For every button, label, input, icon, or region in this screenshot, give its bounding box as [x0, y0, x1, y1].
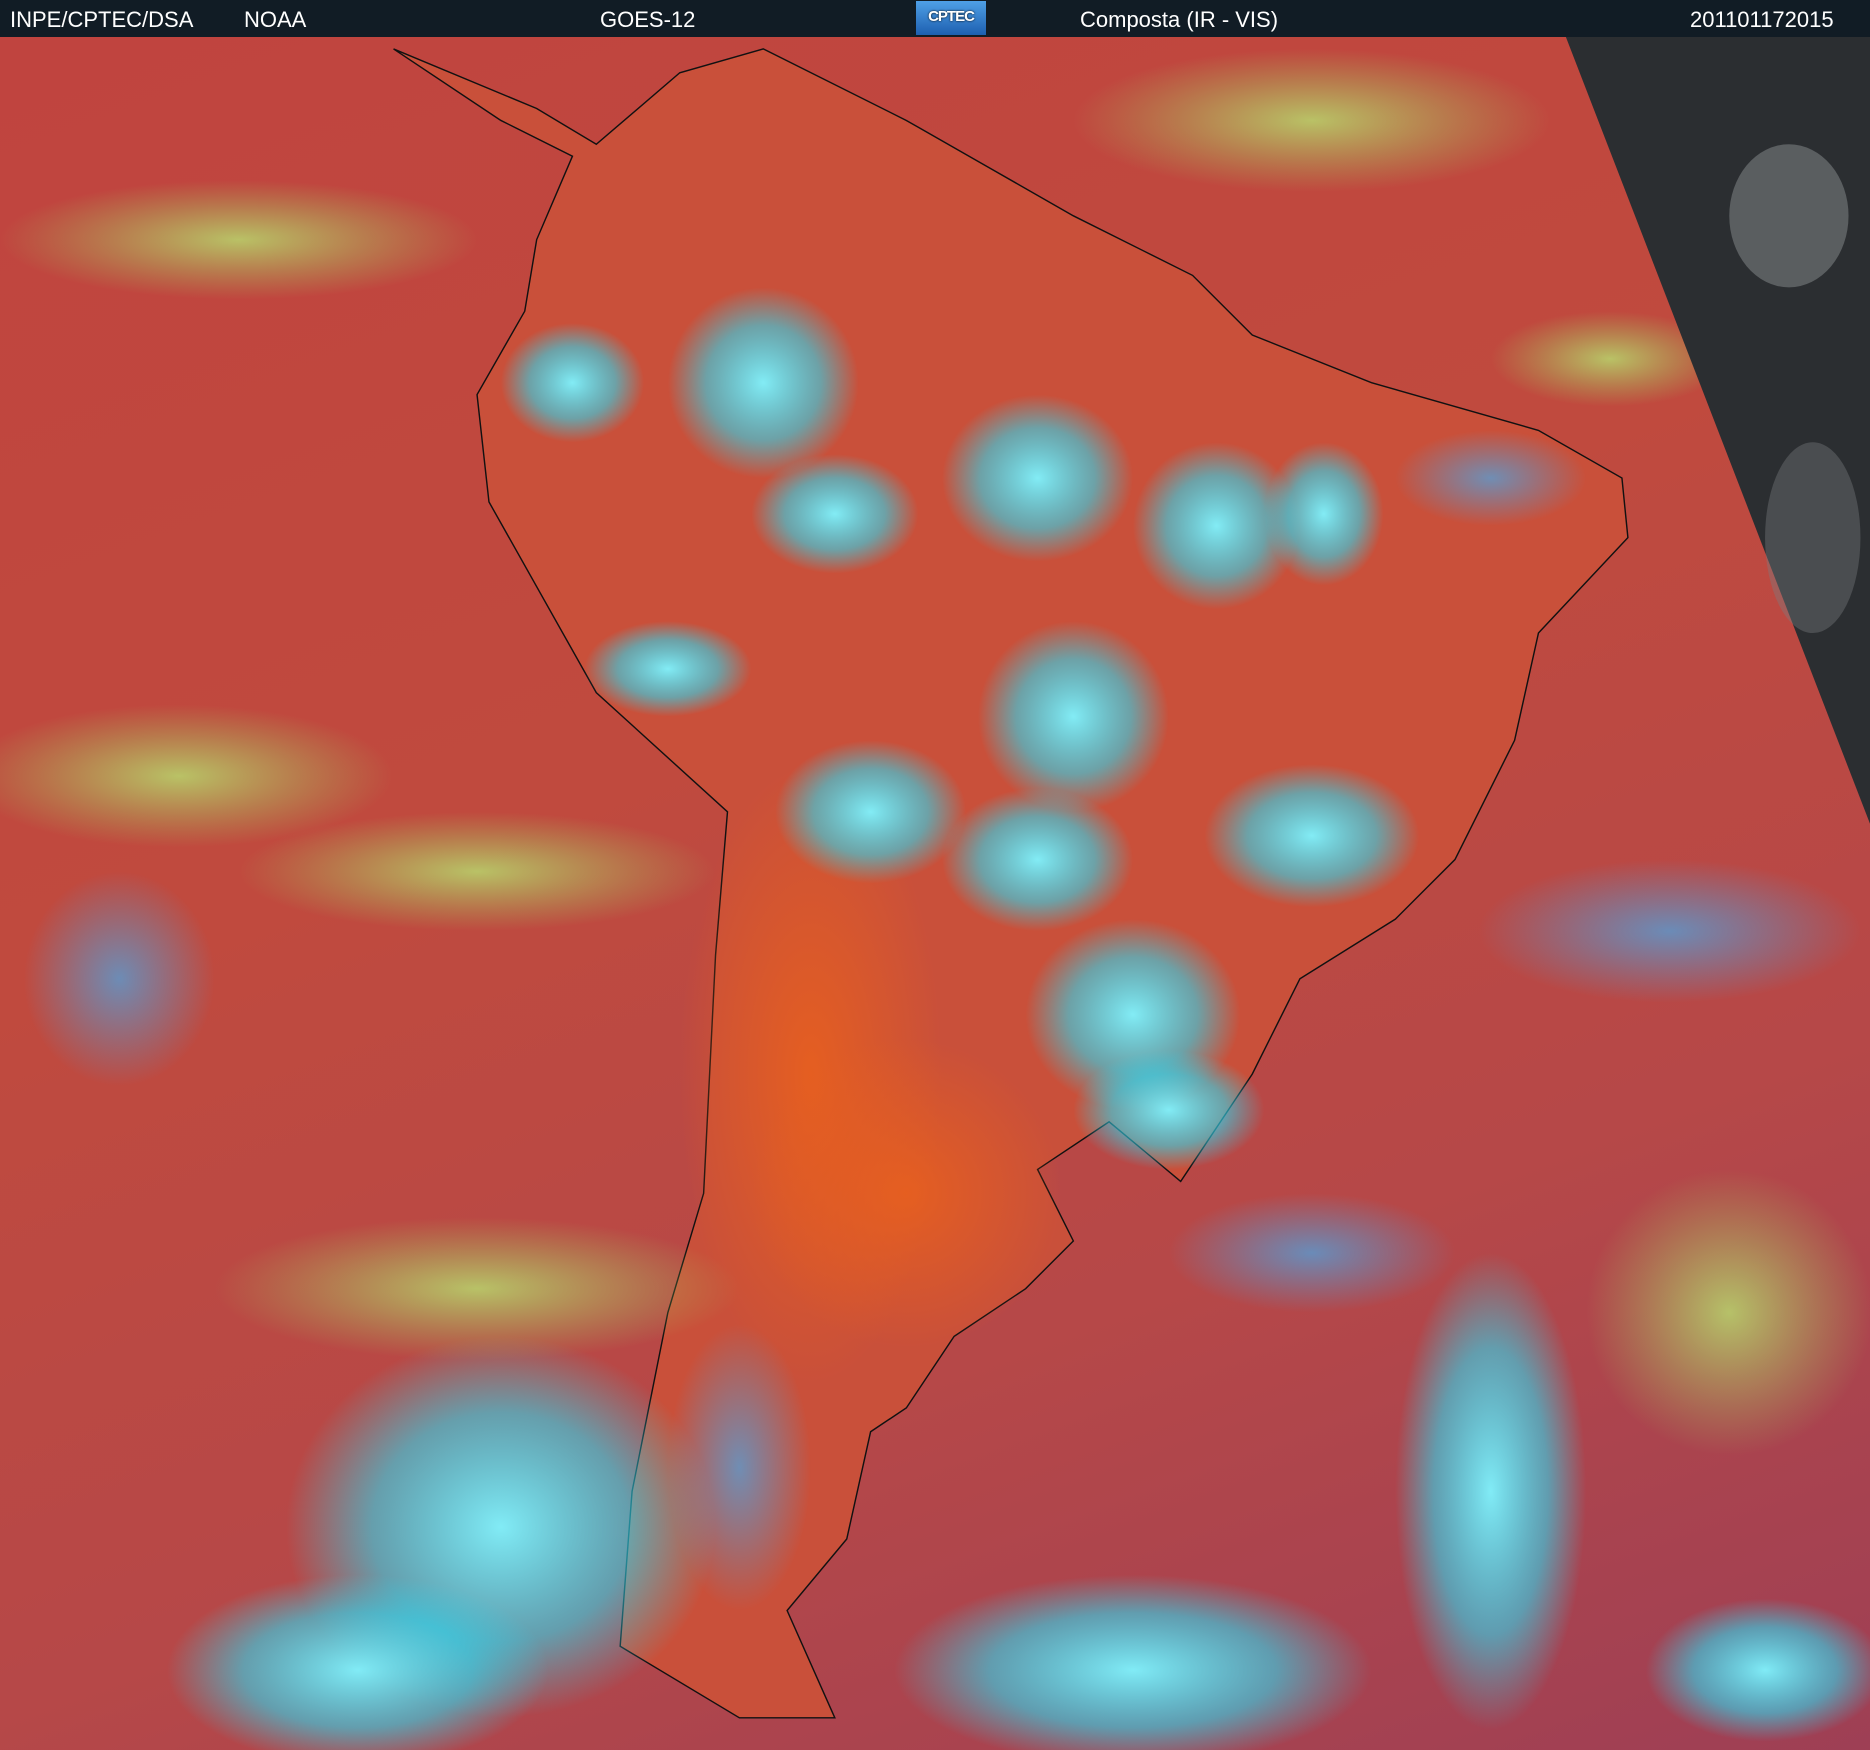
header-bar: INPE/CPTEC/DSA NOAA GOES-12 CPTEC Compos…	[0, 0, 1870, 37]
logo-text: CPTEC	[928, 8, 975, 25]
outside-scan-region	[1565, 37, 1870, 824]
satellite-label: GOES-12	[600, 7, 696, 32]
satellite-composite	[0, 37, 1870, 1750]
satellite-image	[0, 37, 1870, 1750]
product-label: Composta (IR - VIS)	[1080, 7, 1279, 32]
timestamp-label: 201101172015	[1690, 7, 1834, 32]
cptec-logo: CPTEC	[916, 1, 986, 35]
agency-label: INPE/CPTEC/DSA	[10, 7, 194, 32]
source-label: NOAA	[244, 7, 307, 32]
